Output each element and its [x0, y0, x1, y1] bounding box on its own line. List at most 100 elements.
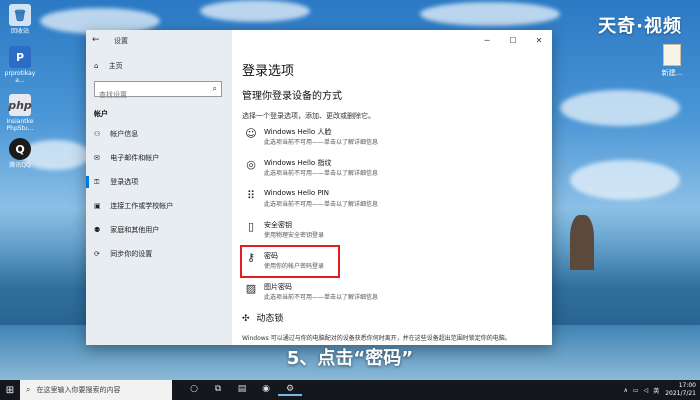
- taskbar-search[interactable]: ⌕ 在这里输入你要搜索的内容: [20, 380, 172, 400]
- desktop-icon-qq[interactable]: Q 腾讯QQ: [3, 138, 37, 169]
- desktop-icon-label: 腾讯QQ: [9, 162, 31, 169]
- system-tray: ∧ ▭ ◁ 英 17:00 2021/7/21: [624, 380, 696, 400]
- sidebar-item-sign-in-options[interactable]: ⚿ 登录选项: [86, 170, 232, 194]
- network-icon[interactable]: ▭: [633, 387, 639, 394]
- option-subtitle: 此选项当前不可用——单击以了解详细信息: [264, 139, 379, 146]
- sidebar-item-family[interactable]: ⚉ 家庭和其他用户: [86, 218, 232, 242]
- option-subtitle: 此选项当前不可用——单击以了解详细信息: [264, 294, 379, 301]
- maximize-button[interactable]: ☐: [500, 30, 526, 52]
- desktop-icon-label: 回收站: [10, 28, 29, 35]
- dynamic-lock-title: 动态锁: [256, 314, 284, 324]
- task-view-icon[interactable]: ⧉: [206, 384, 230, 396]
- desktop-icon-document[interactable]: 新建...: [660, 44, 684, 78]
- option-face[interactable]: ☺ Windows Hello 人脸 此选项当前不可用——单击以了解详细信息: [242, 123, 542, 152]
- cortana-icon[interactable]: ○: [182, 384, 206, 396]
- key-icon: ⚿: [94, 178, 100, 186]
- desktop-icon-php[interactable]: php Insiantke PhpStu...: [3, 94, 37, 132]
- option-subtitle: 此选项当前不可用——单击以了解详细信息: [264, 201, 379, 208]
- option-title: 密码: [264, 252, 278, 260]
- option-security-key[interactable]: ▯ 安全密钥 使用物理安全密钥登录: [242, 216, 542, 245]
- option-picture-password[interactable]: ▨ 图片密码 此选项当前不可用——单击以了解详细信息: [242, 278, 542, 307]
- window-title: 设置: [114, 37, 128, 45]
- briefcase-icon: ▣: [94, 202, 101, 210]
- clock[interactable]: 17:00 2021/7/21: [665, 382, 696, 398]
- sidebar-nav: ⚇ 帐户信息 ✉ 电子邮件和帐户 ⚿ 登录选项 ▣ 连接工作或学校帐户 ⚉ 家庭…: [86, 122, 232, 266]
- sidebar-item-label: 登录选项: [110, 178, 139, 186]
- desktop-icon-powerpoint[interactable]: P prprotikay a...: [3, 46, 37, 84]
- home-label: 主页: [108, 62, 123, 70]
- taskbar: ⊞ ⌕ 在这里输入你要搜索的内容 ○ ⧉ ▤ ◉ ⚙ ∧ ▭ ◁ 英 17:00…: [0, 380, 700, 400]
- clock-date: 2021/7/21: [665, 390, 696, 397]
- taskbar-search-placeholder: 在这里输入你要搜索的内容: [36, 386, 121, 394]
- search-icon: ⌕: [212, 84, 217, 93]
- sidebar-item-label: 帐户信息: [110, 130, 139, 138]
- powerpoint-icon: P: [9, 46, 31, 68]
- key-icon: ⚷: [246, 251, 256, 264]
- page-subtitle: 管理你登录设备的方式: [242, 91, 342, 102]
- windows-start-icon[interactable]: ⊞: [0, 385, 20, 396]
- dynamic-lock-description: Windows 可以通过与你的电脑配对的设备获悉你何时离开，并在这些设备超出范围…: [242, 335, 511, 342]
- sidebar-item-sync[interactable]: ⟳ 同步你的设置: [86, 242, 232, 266]
- option-title: 安全密钥: [264, 221, 292, 229]
- desktop-icon-label: Insiantke PhpStu...: [6, 118, 34, 132]
- option-subtitle: 此选项当前不可用——单击以了解详细信息: [264, 170, 379, 177]
- page-description: 选择一个登录选项，添加、更改或删除它。: [242, 112, 375, 120]
- volume-icon[interactable]: ◁: [644, 387, 649, 394]
- desktop-icon-recycle-bin[interactable]: 🗑 回收站: [3, 4, 37, 35]
- input-method[interactable]: 英: [653, 386, 659, 395]
- section-label: 帐户: [94, 110, 108, 118]
- dynamic-lock-heading: ✣ 动态锁: [242, 311, 542, 324]
- option-pin[interactable]: ⠿ Windows Hello PIN 此选项当前不可用——单击以了解详细信息: [242, 185, 542, 214]
- desktop-icon-label: prprotikay a...: [4, 70, 36, 84]
- fingerprint-icon: ◎: [246, 158, 256, 171]
- page-title: 登录选项: [242, 64, 295, 79]
- option-password[interactable]: ⚷ 密码 使用你的帐户密码登录: [240, 245, 340, 278]
- option-title: 图片密码: [264, 283, 292, 291]
- picture-icon: ▨: [245, 282, 257, 295]
- qq-icon: Q: [9, 138, 31, 160]
- mail-icon: ✉: [94, 154, 100, 162]
- sync-icon: ⟳: [94, 250, 100, 258]
- settings-search[interactable]: ⌕: [94, 81, 222, 102]
- taskbar-apps: ○ ⧉ ▤ ◉ ⚙: [182, 384, 302, 396]
- watermark: 天奇·视频: [598, 16, 682, 37]
- chrome-icon[interactable]: ◉: [254, 384, 278, 396]
- video-caption: 5、点击“密码”: [286, 348, 414, 369]
- close-button[interactable]: ✕: [526, 30, 552, 52]
- settings-sidebar: ⌂ 主页 ⌕ 帐户 ⚇ 帐户信息 ✉ 电子邮件和帐户 ⚿ 登录选项 ▣ 连接工作…: [86, 30, 232, 345]
- home-link[interactable]: ⌂ 主页: [94, 61, 123, 71]
- minimize-button[interactable]: ─: [474, 30, 500, 52]
- people-icon: ⚉: [94, 226, 101, 234]
- home-icon: ⌂: [94, 62, 99, 70]
- option-title: Windows Hello 人脸: [264, 128, 332, 136]
- file-explorer-icon[interactable]: ▤: [230, 384, 254, 396]
- desktop-icon-label: 新建...: [661, 69, 683, 77]
- window-controls: ─ ☐ ✕: [474, 30, 552, 52]
- sidebar-item-work-school[interactable]: ▣ 连接工作或学校帐户: [86, 194, 232, 218]
- sidebar-item-account-info[interactable]: ⚇ 帐户信息: [86, 122, 232, 146]
- sidebar-item-email[interactable]: ✉ 电子邮件和帐户: [86, 146, 232, 170]
- option-subtitle: 使用你的帐户密码登录: [264, 263, 325, 270]
- pin-keypad-icon: ⠿: [246, 189, 256, 202]
- sidebar-item-label: 同步你的设置: [110, 250, 153, 258]
- back-arrow-icon[interactable]: ←: [92, 35, 100, 45]
- php-icon: php: [8, 94, 32, 116]
- settings-content: 登录选项 管理你登录设备的方式 选择一个登录选项，添加、更改或删除它。 ☺ Wi…: [240, 56, 542, 343]
- settings-gear-icon[interactable]: ⚙: [278, 384, 302, 396]
- option-title: Windows Hello 指纹: [264, 159, 332, 167]
- option-title: Windows Hello PIN: [264, 189, 329, 197]
- settings-search-input[interactable]: [95, 88, 213, 102]
- face-icon: ☺: [245, 127, 257, 140]
- chevron-up-icon[interactable]: ∧: [624, 387, 628, 394]
- clock-time: 17:00: [678, 382, 696, 389]
- option-fingerprint[interactable]: ◎ Windows Hello 指纹 此选项当前不可用——单击以了解详细信息: [242, 154, 542, 183]
- recycle-bin-icon: 🗑: [9, 4, 31, 26]
- search-icon: ⌕: [26, 385, 31, 394]
- document-icon: [663, 44, 681, 66]
- dynamic-lock-icon: ✣: [242, 314, 250, 324]
- option-subtitle: 使用物理安全密钥登录: [264, 232, 325, 239]
- sidebar-item-label: 电子邮件和帐户: [110, 154, 160, 162]
- sidebar-item-label: 连接工作或学校帐户: [110, 202, 174, 210]
- titlebar: ← 设置 ─ ☐ ✕: [86, 30, 552, 52]
- settings-window: ⌂ 主页 ⌕ 帐户 ⚇ 帐户信息 ✉ 电子邮件和帐户 ⚿ 登录选项 ▣ 连接工作…: [86, 30, 552, 345]
